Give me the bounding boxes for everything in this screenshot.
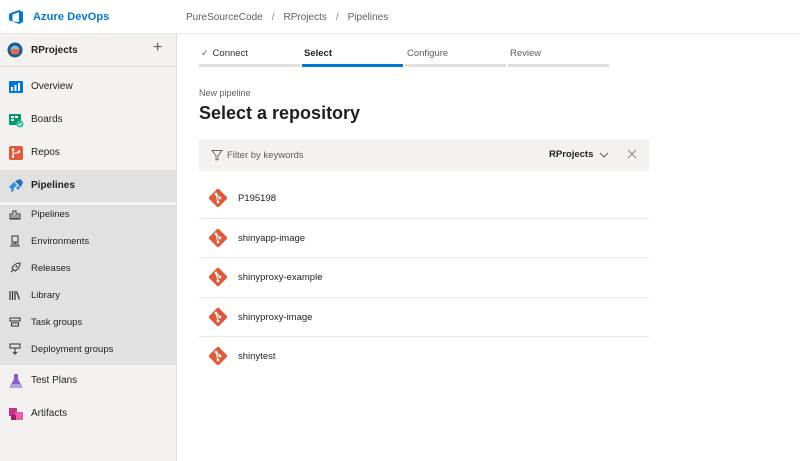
step-select-label: Select [304, 48, 332, 59]
step-progress-bar [199, 64, 300, 67]
sidebar-item-label: Artifacts [31, 408, 68, 419]
sidebar-item-label: Repos [31, 147, 60, 158]
plus-icon[interactable]: + [153, 40, 162, 56]
artifacts-icon [9, 408, 23, 420]
repos-icon [9, 146, 23, 160]
repository-name: shinytest [238, 351, 276, 362]
scope-dropdown-value: RProjects [549, 149, 594, 160]
sidebar-item-boards[interactable]: Boards [0, 104, 177, 136]
step-progress-bar [405, 64, 506, 67]
step-connect-label: Connect [212, 48, 248, 59]
close-icon[interactable] [626, 148, 638, 160]
brand-name: Azure DevOps [33, 11, 110, 23]
sidebar: RProjects + Overview Boards Repos Pipeli… [0, 34, 177, 461]
filter-icon [211, 150, 223, 161]
step-review[interactable]: Review [508, 40, 609, 67]
breadcrumb: PureSourceCode / RProjects / Pipelines [186, 12, 388, 23]
checkmark-icon: ✓ [201, 48, 209, 58]
sidebar-item-overview[interactable]: Overview [0, 71, 177, 103]
sidebar-subitem-label: Task groups [31, 317, 83, 328]
sidebar-subitem-environments[interactable]: Environments [0, 228, 177, 255]
sidebar-subitem-label: Pipelines [31, 209, 70, 220]
project-header[interactable]: RProjects + [0, 34, 177, 67]
sidebar-item-pipelines[interactable]: Pipelines [0, 170, 177, 202]
sidebar-item-label: Overview [31, 81, 73, 92]
git-repo-icon [208, 267, 228, 287]
breadcrumb-organization[interactable]: PureSourceCode [186, 12, 263, 23]
git-repo-icon [208, 346, 228, 366]
step-select[interactable]: Select [302, 40, 403, 67]
breadcrumb-separator: / [335, 12, 339, 23]
brand[interactable]: Azure DevOps [8, 9, 109, 25]
step-configure-label: Configure [407, 48, 449, 59]
step-progress-bar [302, 64, 403, 67]
filter-bar: RProjects [199, 139, 649, 171]
project-avatar-icon [7, 42, 23, 58]
list-item[interactable]: P195198 [199, 179, 649, 219]
sidebar-item-test-plans[interactable]: Test Plans [0, 365, 177, 397]
list-item[interactable]: shinytest [199, 337, 649, 377]
deployment-groups-icon [9, 343, 21, 355]
chevron-down-icon [600, 152, 609, 158]
breadcrumb-separator: / [271, 12, 275, 23]
repository-list: P195198 shinyapp-image shinyproxy-exampl… [199, 179, 649, 377]
project-name: RProjects [31, 45, 78, 56]
pipelines-icon [9, 179, 23, 192]
repository-name: shinyapp-image [238, 232, 306, 244]
filter-input[interactable] [227, 148, 427, 162]
sidebar-subitem-label: Library [31, 290, 61, 301]
sidebar-item-repos[interactable]: Repos [0, 137, 177, 169]
repository-name: shinyproxy-example [238, 272, 323, 283]
environments-icon [10, 235, 20, 247]
library-icon [9, 291, 21, 300]
sidebar-item-artifacts[interactable]: Artifacts [0, 398, 177, 430]
list-item[interactable]: shinyapp-image [199, 219, 649, 258]
breadcrumb-pipelines[interactable]: Pipelines [348, 12, 389, 23]
sidebar-subitem-task-groups[interactable]: Task groups [0, 309, 177, 336]
sidebar-item-label: Boards [31, 114, 63, 125]
pipelines-sub-icon [9, 210, 21, 220]
repository-name: shinyproxy-image [238, 311, 313, 323]
wizard-steps: ✓ Connect Select Configure Review [199, 40, 611, 67]
sidebar-subitem-deployment-groups[interactable]: Deployment groups [0, 336, 177, 363]
page-kicker: New pipeline [199, 88, 251, 98]
sidebar-subitem-label: Environments [31, 236, 90, 247]
sidebar-item-label: Pipelines [31, 180, 75, 191]
overview-icon [9, 81, 23, 93]
azure-devops-logo-icon [9, 10, 23, 24]
sidebar-subitem-pipelines[interactable]: Pipelines [0, 201, 177, 228]
sidebar-subitem-label: Releases [31, 263, 71, 274]
releases-icon [10, 262, 21, 273]
step-progress-bar [508, 64, 609, 67]
git-repo-icon [208, 188, 228, 208]
step-review-label: Review [510, 48, 542, 59]
sidebar-item-label: Test Plans [31, 375, 78, 386]
step-label: ✓ Connect [201, 48, 248, 59]
sidebar-subitem-library[interactable]: Library [0, 282, 177, 309]
git-repo-icon [208, 307, 228, 326]
step-configure[interactable]: Configure [405, 40, 506, 67]
page-title: Select a repository [199, 103, 361, 123]
task-groups-icon [9, 317, 21, 327]
step-connect[interactable]: ✓ Connect [199, 40, 300, 67]
breadcrumb-project[interactable]: RProjects [284, 12, 327, 23]
boards-icon [9, 114, 24, 128]
git-repo-icon [208, 228, 228, 247]
list-item[interactable]: shinyproxy-example [199, 258, 649, 298]
repository-name: P195198 [238, 193, 277, 204]
sidebar-subitem-releases[interactable]: Releases [0, 255, 177, 282]
test-plans-icon [9, 374, 23, 388]
top-bar: Azure DevOps PureSourceCode / RProjects … [0, 0, 800, 34]
list-item[interactable]: shinyproxy-image [199, 298, 649, 337]
sidebar-subitem-label: Deployment groups [31, 344, 114, 355]
scope-dropdown[interactable]: RProjects [549, 149, 609, 160]
